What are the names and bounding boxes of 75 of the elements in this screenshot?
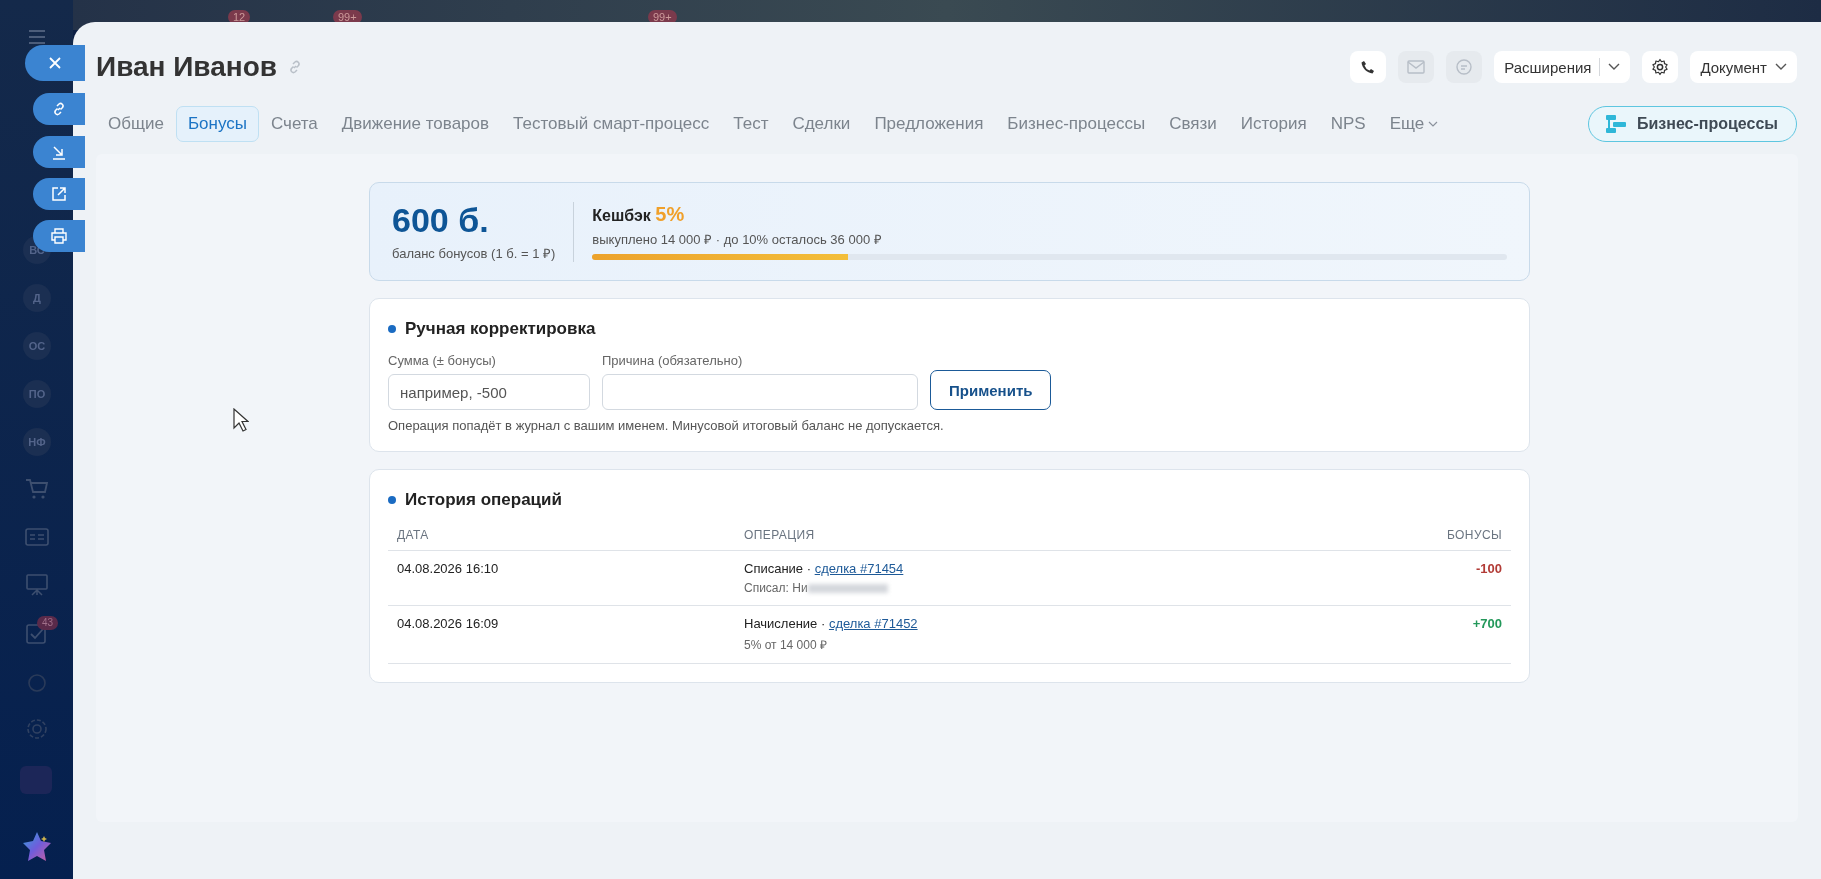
tab[interactable]: Общие [96, 106, 176, 142]
operation-detail: 5% от 14 000 ₽ [744, 637, 827, 653]
close-icon [48, 56, 62, 70]
tab[interactable]: Связи [1157, 106, 1229, 142]
caret-icon [1775, 63, 1787, 71]
avatar-circle[interactable]: НФ [23, 428, 51, 456]
cashback-detail: выкуплено 14 000 ₽ · до 10% осталось 36 000 ₽ [592, 231, 883, 248]
avatar-circle[interactable]: Д [23, 284, 51, 312]
link-icon [51, 101, 67, 117]
tab[interactable]: Бонусы [175, 106, 259, 142]
board-icon[interactable] [24, 574, 49, 596]
column-header: БОНУСЫ [1445, 528, 1502, 542]
avatar-circle[interactable]: ОС [23, 332, 51, 360]
count-badge: 43 [37, 616, 59, 630]
balance-amount: 600 б. [392, 201, 490, 240]
id-card-icon[interactable] [24, 528, 49, 548]
column-header: ДАТА [397, 528, 430, 542]
avatar-circle[interactable]: ПО [23, 380, 51, 408]
arrow-down-right-icon [51, 144, 67, 160]
bonus-amount: +700 [1471, 616, 1502, 631]
link-icon[interactable] [287, 59, 303, 75]
caret-icon [1608, 63, 1621, 71]
section-title: Ручная корректировка [405, 319, 596, 339]
cashback-label: Кешбэк [592, 207, 651, 224]
bullet-dot [388, 325, 396, 333]
hint-text: Операция попадёт в журнал с вашим именем. Минусовой итоговый баланс не допускается. [388, 418, 945, 433]
process-blocks-icon [1604, 114, 1627, 134]
field-label: Причина (обязательно) [602, 353, 744, 368]
window-title: Иван Иванов [96, 51, 277, 83]
close-button[interactable] [25, 45, 85, 81]
more-tab[interactable]: Еще [1377, 106, 1451, 142]
tab[interactable]: Бизнес-процессы [995, 106, 1158, 142]
open-button[interactable] [33, 178, 85, 210]
tab[interactable]: Сделки [780, 106, 863, 142]
tab[interactable]: Предложения [862, 106, 996, 142]
caret-icon [1428, 121, 1439, 127]
external-link-icon [51, 186, 67, 202]
settings-button[interactable] [1642, 51, 1679, 83]
bonus-amount: -100 [1474, 561, 1502, 576]
field-label: Сумма (± бонусы) [388, 353, 497, 368]
business-processes-button[interactable]: Бизнес-процессы [1587, 106, 1797, 142]
section-title: История операций [405, 490, 562, 510]
operation-text: Начисление · [744, 616, 826, 631]
mouse-cursor-icon [233, 408, 249, 432]
extensions-button[interactable]: Расширения [1494, 51, 1631, 83]
apply-button[interactable]: Применить [930, 370, 1052, 410]
tab[interactable]: Тестовый смарт-процесс [501, 106, 722, 142]
tab[interactable]: Счета [258, 106, 330, 142]
settings-icon [1651, 58, 1670, 76]
balance-caption: баланс бонусов (1 б. = 1 ₽) [392, 245, 556, 262]
printer-icon [51, 228, 67, 244]
settings-icon[interactable] [24, 717, 49, 741]
column-header: ОПЕРАЦИЯ [744, 528, 816, 542]
phone-icon [1360, 59, 1377, 75]
date-cell-text: 04.08.2026 16:10 [397, 561, 500, 576]
link-button[interactable] [33, 93, 85, 125]
mail-icon [1407, 60, 1426, 74]
menu-icon[interactable] [26, 28, 47, 46]
tab[interactable]: Тест [721, 106, 781, 142]
reason-input-field[interactable] [602, 374, 918, 410]
tab[interactable]: Движение товаров [329, 106, 502, 142]
amount-input-field[interactable]: например, -500 [388, 374, 590, 410]
cart-icon[interactable] [24, 478, 49, 500]
document-button[interactable]: Документ [1690, 51, 1797, 83]
phone-button[interactable] [1350, 51, 1387, 83]
operation-detail: Списал: Ни [744, 581, 808, 595]
deal-link[interactable]: сделка #71454 [814, 561, 904, 576]
operation-text: Списание · [744, 561, 812, 576]
tab[interactable]: NPS [1318, 106, 1378, 142]
date-cell-text: 04.08.2026 16:09 [397, 616, 500, 631]
bullet-dot [388, 496, 396, 504]
tab[interactable]: История [1228, 106, 1319, 142]
cashback-rate: 5% [655, 203, 685, 225]
deal-link[interactable]: сделка #71452 [828, 616, 918, 631]
download-button[interactable] [33, 136, 85, 168]
